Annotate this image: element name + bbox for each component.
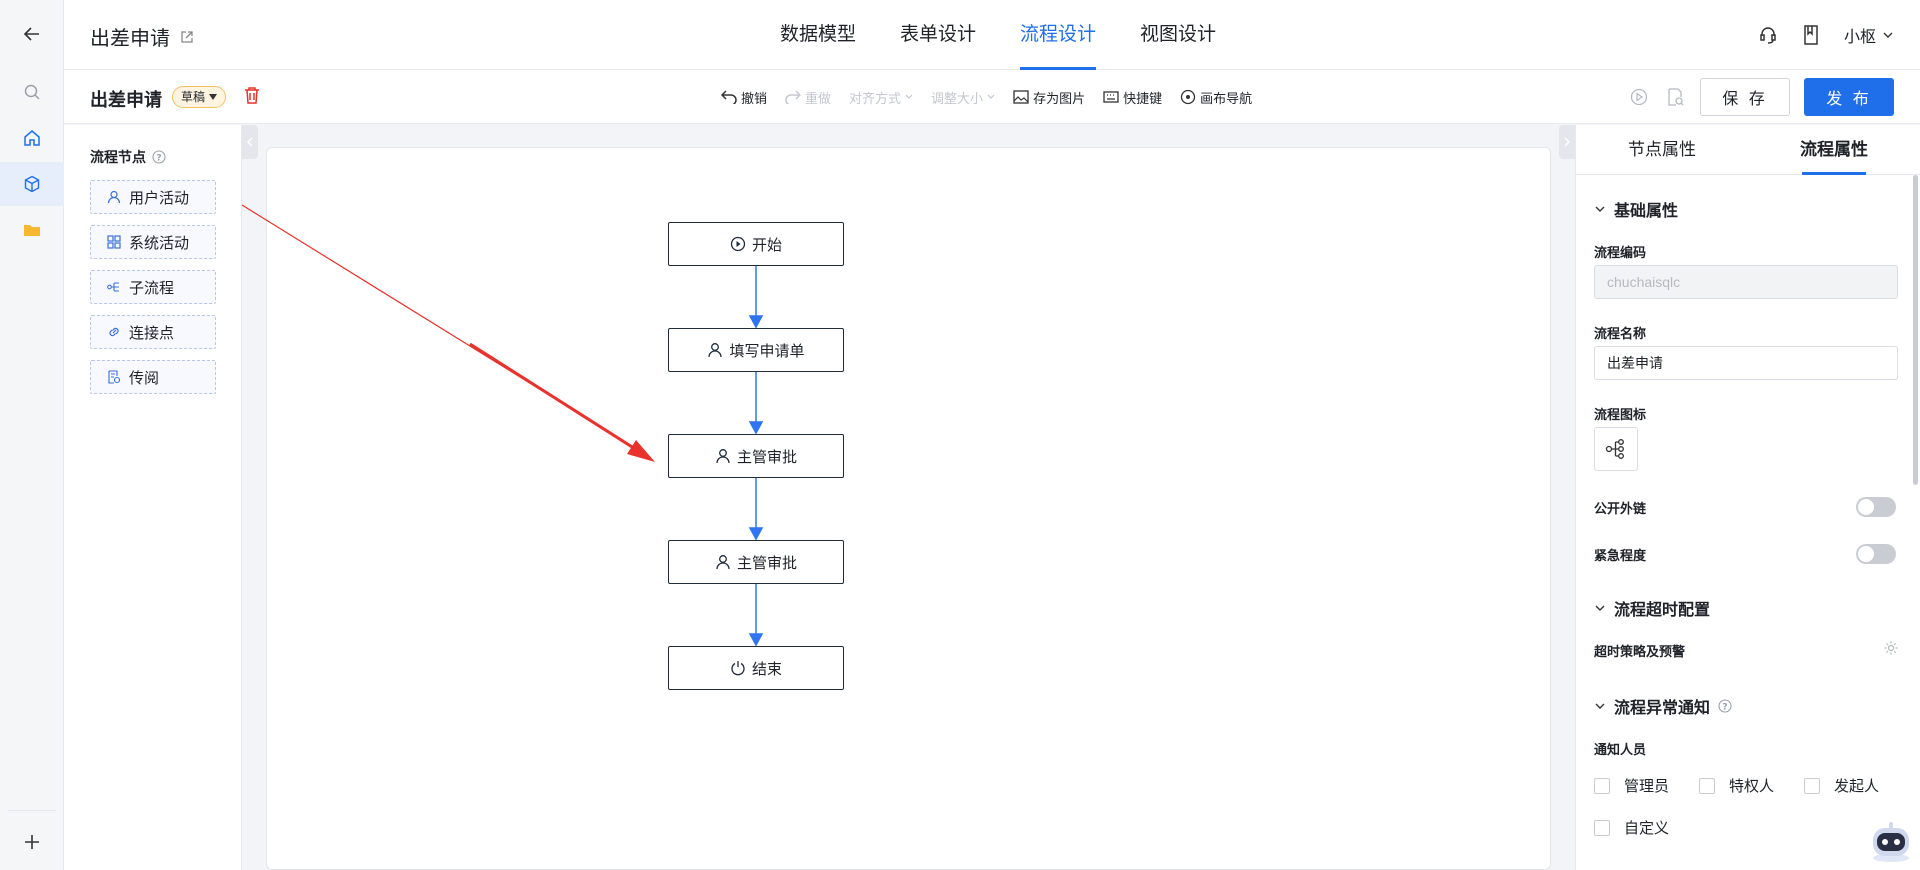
gear-icon[interactable] [1883,640,1899,656]
name-field[interactable]: 出差申请 [1594,346,1898,380]
svg-text:?: ? [1722,703,1727,713]
checkbox-label: 特权人 [1729,778,1775,795]
public-link-toggle[interactable] [1856,497,1896,517]
process-icon-picker[interactable] [1594,427,1638,471]
timeout-policy-label: 超时策略及预警 [1594,644,1686,659]
notify-option-privileged[interactable]: 特权人 [1699,775,1774,796]
flow-node-label: 填写申请单 [729,342,805,360]
flow-node-manager-approval-2[interactable]: 主管审批 [668,540,844,584]
section-timeout-title: 流程超时配置 [1614,602,1711,619]
properties-panel: 节点属性 流程属性 基础属性 流程编码 chuchaisqlc 流程名称 出差申… [1575,125,1920,870]
checkbox-label: 管理员 [1624,778,1670,795]
notify-option-admin[interactable]: 管理员 [1594,775,1669,796]
flow-node-fill-form[interactable]: 填写申请单 [668,328,844,372]
notify-label: 通知人员 [1594,742,1647,757]
name-label: 流程名称 [1594,326,1647,341]
public-link-label: 公开外链 [1594,501,1647,516]
chevron-down-icon [1595,605,1605,611]
section-exception-title: 流程异常通知 [1614,700,1711,717]
panel-scrollbar[interactable] [1913,175,1918,485]
tab-process-properties[interactable]: 流程属性 [1748,125,1920,175]
notify-option-custom[interactable]: 自定义 [1594,817,1669,838]
code-value: chuchaisqlc [1607,274,1681,290]
section-timeout[interactable]: 流程超时配置 [1594,596,1710,620]
name-value: 出差申请 [1607,355,1663,371]
urgency-label: 紧急程度 [1594,548,1647,563]
notify-option-initiator[interactable]: 发起人 [1804,775,1879,796]
section-basic-title: 基础属性 [1614,203,1679,220]
section-basic[interactable]: 基础属性 [1594,197,1678,221]
checkbox[interactable] [1699,777,1715,794]
code-label: 流程编码 [1594,245,1647,260]
checkbox-label: 发起人 [1834,778,1880,795]
flow-node-start[interactable]: 开始 [668,222,844,266]
flow-node-manager-approval-1[interactable]: 主管审批 [668,434,844,478]
icon-label: 流程图标 [1594,407,1647,422]
annotation-arrowhead [627,440,655,462]
connector-arrowhead [748,315,764,329]
user-icon [708,343,723,358]
urgency-toggle[interactable] [1856,544,1896,564]
connector-arrowhead [748,421,764,435]
power-icon [731,661,745,676]
annotation-arrow-thick [469,342,641,454]
connector-arrowhead [748,633,764,647]
play-icon [730,236,746,252]
flow-node-label: 开始 [751,236,782,254]
code-field: chuchaisqlc [1594,265,1898,299]
flow-node-label: 主管审批 [736,554,797,572]
flow-node-end[interactable]: 结束 [668,646,844,690]
chevron-down-icon [1595,703,1605,709]
subflow-icon [1605,439,1624,459]
assistant-bot-icon[interactable] [1868,818,1914,864]
tab-node-properties[interactable]: 节点属性 [1576,125,1748,174]
help-icon[interactable]: ? [1718,699,1732,713]
checkbox[interactable] [1804,777,1820,794]
checkbox[interactable] [1594,819,1610,836]
connector-arrowhead [748,527,764,541]
user-icon [716,449,730,464]
section-exception[interactable]: 流程异常通知 ? [1594,694,1732,718]
chevron-down-icon [1595,206,1605,212]
checkbox[interactable] [1594,777,1610,794]
properties-tabs: 节点属性 流程属性 [1576,125,1920,175]
flow-node-label: 主管审批 [736,448,797,466]
flow-node-label: 结束 [751,660,782,678]
user-icon [716,555,730,570]
checkbox-label: 自定义 [1624,820,1670,837]
